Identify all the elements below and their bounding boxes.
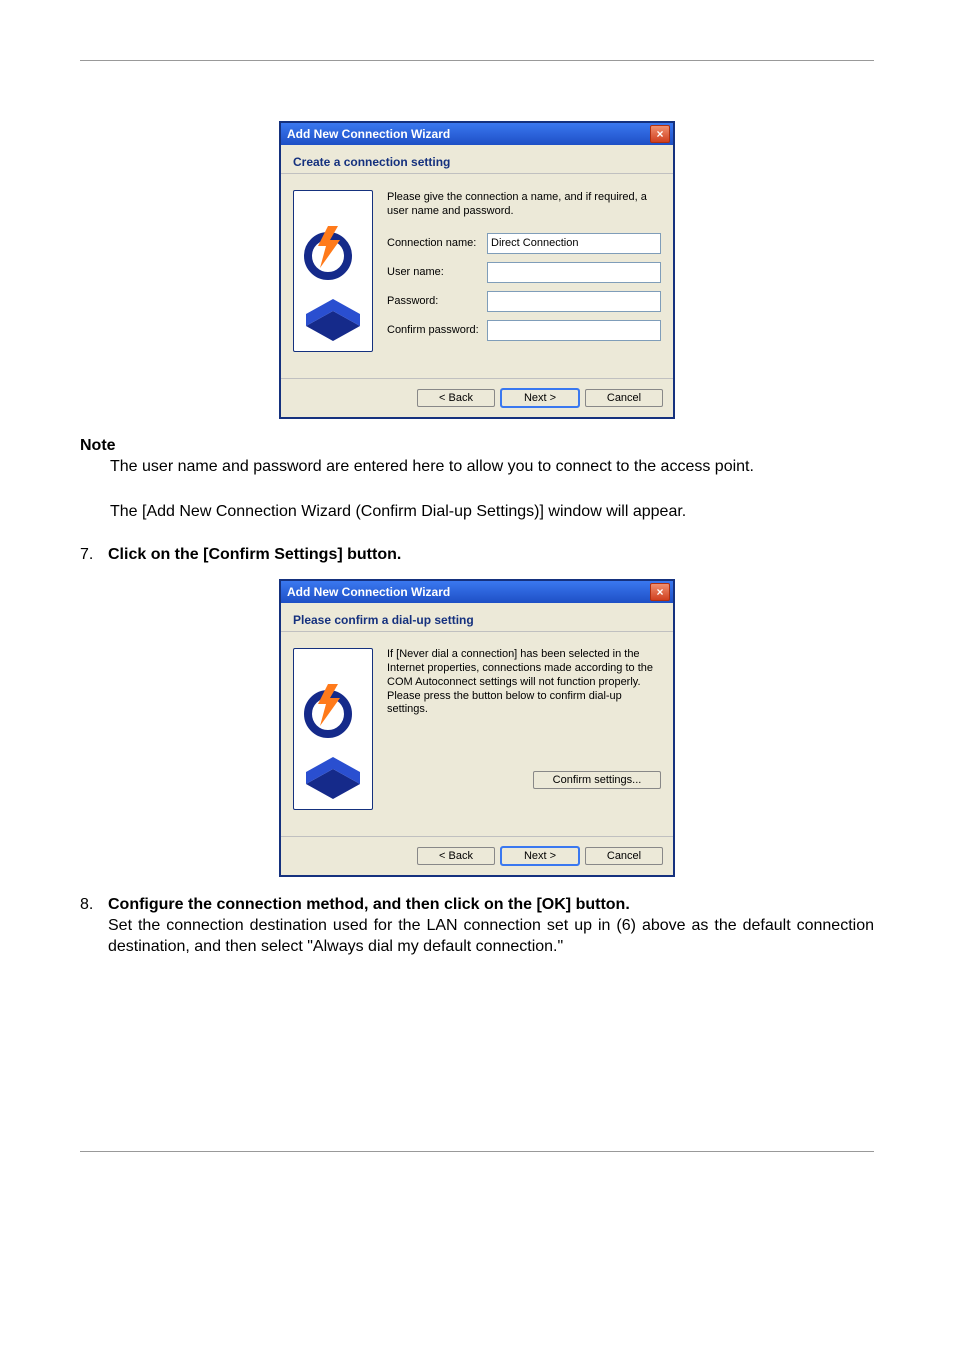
dialog-title: Add New Connection Wizard <box>287 585 450 599</box>
label-confirm-password: Confirm password: <box>387 324 487 336</box>
step-header: Please confirm a dial-up setting <box>281 603 673 632</box>
next-button[interactable]: Next > <box>501 389 579 407</box>
user-name-input[interactable] <box>487 262 661 283</box>
cancel-button[interactable]: Cancel <box>585 389 663 407</box>
next-button[interactable]: Next > <box>501 847 579 865</box>
label-user-name: User name: <box>387 266 487 278</box>
divider-top <box>80 60 874 61</box>
connection-name-input[interactable] <box>487 233 661 254</box>
close-icon[interactable]: × <box>650 583 670 601</box>
dialog-title: Add New Connection Wizard <box>287 127 450 141</box>
confirm-password-input[interactable] <box>487 320 661 341</box>
step-header: Create a connection setting <box>281 145 673 174</box>
step-7-number: 7. <box>80 545 108 566</box>
divider-bottom <box>80 1151 874 1152</box>
step-8-number: 8. <box>80 895 108 957</box>
note-text: The user name and password are entered h… <box>110 457 874 478</box>
back-button[interactable]: < Back <box>417 389 495 407</box>
step-7-text: Click on the [Confirm Settings] button. <box>108 546 401 563</box>
note-heading: Note <box>80 437 874 455</box>
cancel-button[interactable]: Cancel <box>585 847 663 865</box>
confirm-settings-button[interactable]: Confirm settings... <box>533 771 661 789</box>
password-input[interactable] <box>487 291 661 312</box>
step-8-rest: Set the connection destination used for … <box>108 917 874 955</box>
back-button[interactable]: < Back <box>417 847 495 865</box>
paragraph-wizard: The [Add New Connection Wizard (Confirm … <box>110 502 874 523</box>
titlebar: Add New Connection Wizard × <box>281 123 673 145</box>
step-7: 7. Click on the [Confirm Settings] butto… <box>80 545 874 566</box>
intro-text: Please give the connection a name, and i… <box>387 190 661 219</box>
titlebar: Add New Connection Wizard × <box>281 581 673 603</box>
step-8-bold: Configure the connection method, and the… <box>108 896 630 913</box>
close-icon[interactable]: × <box>650 125 670 143</box>
wizard-image <box>293 190 373 352</box>
label-password: Password: <box>387 295 487 307</box>
label-connection-name: Connection name: <box>387 237 487 249</box>
dialog-confirm-dialup: Add New Connection Wizard × Please confi… <box>279 579 675 877</box>
wizard-image <box>293 648 373 810</box>
step-8: 8. Configure the connection method, and … <box>80 895 874 957</box>
dialup-body-text: If [Never dial a connection] has been se… <box>387 648 661 717</box>
dialog-create-connection: Add New Connection Wizard × Create a con… <box>279 121 675 419</box>
